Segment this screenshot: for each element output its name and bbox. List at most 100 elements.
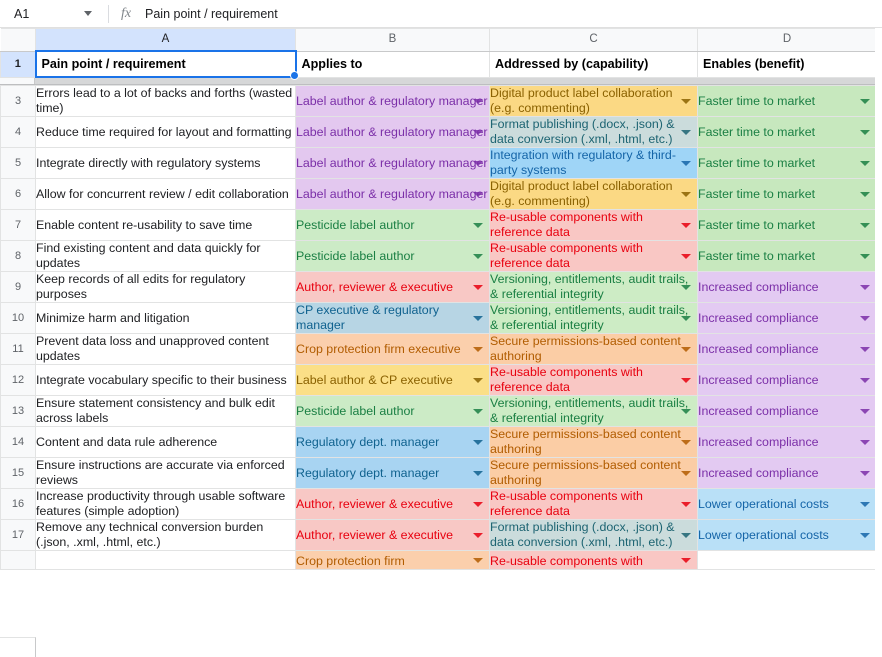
row-number-16[interactable]: 16 bbox=[0, 488, 36, 520]
cell-applies-to[interactable]: CP executive & regulatory manager bbox=[295, 302, 490, 334]
cell-pain-point[interactable]: Enable content re-usability to save time bbox=[35, 209, 296, 241]
cell-pain-point[interactable]: Integrate directly with regulatory syste… bbox=[35, 147, 296, 179]
chevron-down-icon[interactable] bbox=[473, 502, 483, 507]
chevron-down-icon[interactable] bbox=[681, 558, 691, 563]
row-number-8[interactable]: 8 bbox=[0, 240, 36, 272]
chevron-down-icon[interactable] bbox=[681, 378, 691, 383]
function-icon[interactable]: fx bbox=[111, 6, 141, 22]
chevron-down-icon[interactable] bbox=[681, 409, 691, 414]
cell-applies-to[interactable]: Author, reviewer & executive bbox=[295, 271, 490, 303]
chevron-down-icon[interactable] bbox=[681, 130, 691, 135]
cell-pain-point[interactable]: Ensure statement consistency and bulk ed… bbox=[35, 395, 296, 427]
chevron-down-icon[interactable] bbox=[473, 533, 483, 538]
cell-applies-to[interactable]: Label author & CP executive bbox=[295, 364, 490, 396]
cell-enables[interactable]: Increased compliance bbox=[697, 426, 877, 458]
cell-enables[interactable]: Increased compliance bbox=[697, 271, 877, 303]
chevron-down-icon[interactable] bbox=[681, 254, 691, 259]
cell-addressed-by[interactable]: Versioning, entitlements, audit trails, … bbox=[489, 302, 698, 334]
cell-enables[interactable]: Increased compliance bbox=[697, 302, 877, 334]
cell-applies-to[interactable]: Pesticide label author bbox=[295, 209, 490, 241]
row-number-7[interactable]: 7 bbox=[0, 209, 36, 241]
cell-enables[interactable]: Faster time to market bbox=[697, 116, 877, 148]
row-number-1[interactable]: 1 bbox=[0, 50, 36, 78]
cell-addressed-by[interactable]: Integration with regulatory & third-part… bbox=[489, 147, 698, 179]
cell-enables[interactable]: Increased compliance bbox=[697, 395, 877, 427]
row-number-15[interactable]: 15 bbox=[0, 457, 36, 489]
chevron-down-icon[interactable] bbox=[860, 533, 870, 538]
name-box[interactable]: A1 bbox=[0, 0, 108, 27]
header-cell-applies-to[interactable]: Applies to bbox=[295, 50, 490, 78]
cell-enables[interactable]: Lower operational costs bbox=[697, 519, 877, 551]
cell-pain-point[interactable]: Find existing content and data quickly f… bbox=[35, 240, 296, 272]
cell-applies-to[interactable]: Pesticide label author bbox=[295, 395, 490, 427]
chevron-down-icon[interactable] bbox=[473, 161, 483, 166]
chevron-down-icon[interactable] bbox=[473, 316, 483, 321]
chevron-down-icon[interactable] bbox=[473, 440, 483, 445]
cell-addressed-by[interactable]: Re-usable components with reference data bbox=[489, 240, 698, 272]
cell-enables[interactable]: Faster time to market bbox=[697, 147, 877, 179]
column-header-a[interactable]: A bbox=[35, 28, 296, 52]
column-header-b[interactable]: B bbox=[295, 28, 490, 52]
chevron-down-icon[interactable] bbox=[473, 99, 483, 104]
cell-addressed-by[interactable]: Versioning, entitlements, audit trails, … bbox=[489, 395, 698, 427]
cell-pain-point[interactable] bbox=[35, 550, 296, 570]
cell-applies-to[interactable]: Label author & regulatory manager bbox=[295, 147, 490, 179]
cell-enables[interactable]: Increased compliance bbox=[697, 364, 877, 396]
cell-applies-to[interactable]: Regulatory dept. manager bbox=[295, 457, 490, 489]
header-cell-enables[interactable]: Enables (benefit) bbox=[697, 50, 877, 78]
chevron-down-icon[interactable] bbox=[860, 316, 870, 321]
cell-pain-point[interactable]: Integrate vocabulary specific to their b… bbox=[35, 364, 296, 396]
chevron-down-icon[interactable] bbox=[860, 347, 870, 352]
column-header-d[interactable]: D bbox=[697, 28, 877, 52]
cell-enables[interactable] bbox=[697, 550, 877, 570]
spreadsheet-grid[interactable]: A B C D 1 Pain point / requirement Appli… bbox=[0, 28, 882, 657]
cell-pain-point[interactable]: Keep records of all edits for regulatory… bbox=[35, 271, 296, 303]
row-number-10[interactable]: 10 bbox=[0, 302, 36, 334]
chevron-down-icon[interactable] bbox=[860, 223, 870, 228]
formula-input[interactable]: Pain point / requirement bbox=[141, 7, 882, 21]
chevron-down-icon[interactable] bbox=[473, 471, 483, 476]
cell-addressed-by[interactable]: Digital product label collaboration (e.g… bbox=[489, 178, 698, 210]
chevron-down-icon[interactable] bbox=[473, 285, 483, 290]
cell-pain-point[interactable]: Increase productivity through usable sof… bbox=[35, 488, 296, 520]
chevron-down-icon[interactable] bbox=[681, 223, 691, 228]
row-number-17[interactable]: 17 bbox=[0, 519, 36, 551]
chevron-down-icon[interactable] bbox=[681, 161, 691, 166]
chevron-down-icon[interactable] bbox=[681, 316, 691, 321]
cell-applies-to[interactable]: Label author & regulatory manager bbox=[295, 178, 490, 210]
cell-addressed-by[interactable]: Secure permissions-based content authori… bbox=[489, 333, 698, 365]
cell-applies-to[interactable]: Label author & regulatory manager bbox=[295, 116, 490, 148]
chevron-down-icon[interactable] bbox=[860, 285, 870, 290]
cell-pain-point[interactable]: Content and data rule adherence bbox=[35, 426, 296, 458]
cell-addressed-by[interactable]: Digital product label collaboration (e.g… bbox=[489, 85, 698, 117]
cell-addressed-by[interactable]: Secure permissions-based content authori… bbox=[489, 426, 698, 458]
cell-enables[interactable]: Increased compliance bbox=[697, 333, 877, 365]
vertical-scrollbar-track[interactable] bbox=[875, 28, 882, 657]
chevron-down-icon[interactable] bbox=[681, 440, 691, 445]
chevron-down-icon[interactable] bbox=[860, 471, 870, 476]
chevron-down-icon[interactable] bbox=[681, 285, 691, 290]
chevron-down-icon[interactable] bbox=[681, 99, 691, 104]
chevron-down-icon[interactable] bbox=[860, 161, 870, 166]
row-number-6[interactable]: 6 bbox=[0, 178, 36, 210]
cell-applies-to[interactable]: Author, reviewer & executive bbox=[295, 519, 490, 551]
cell-applies-to[interactable]: Author, reviewer & executive bbox=[295, 488, 490, 520]
cell-pain-point[interactable]: Prevent data loss and unapproved content… bbox=[35, 333, 296, 365]
chevron-down-icon[interactable] bbox=[681, 347, 691, 352]
cell-applies-to[interactable]: Crop protection firm bbox=[295, 550, 490, 570]
select-all-corner[interactable] bbox=[0, 28, 36, 52]
cell-applies-to[interactable]: Pesticide label author bbox=[295, 240, 490, 272]
cell-addressed-by[interactable]: Format publishing (.docx, .json) & data … bbox=[489, 519, 698, 551]
cell-pain-point[interactable]: Remove any technical conversion burden (… bbox=[35, 519, 296, 551]
cell-enables[interactable]: Faster time to market bbox=[697, 85, 877, 117]
chevron-down-icon[interactable] bbox=[473, 409, 483, 414]
chevron-down-icon[interactable] bbox=[473, 558, 483, 563]
cell-addressed-by[interactable]: Format publishing (.docx, .json) & data … bbox=[489, 116, 698, 148]
chevron-down-icon[interactable] bbox=[473, 130, 483, 135]
cell-pain-point[interactable]: Reduce time required for layout and form… bbox=[35, 116, 296, 148]
chevron-down-icon[interactable] bbox=[84, 11, 92, 16]
cell-addressed-by[interactable]: Re-usable components with reference data bbox=[489, 488, 698, 520]
chevron-down-icon[interactable] bbox=[860, 502, 870, 507]
row-number-partial[interactable] bbox=[0, 550, 36, 570]
chevron-down-icon[interactable] bbox=[681, 192, 691, 197]
